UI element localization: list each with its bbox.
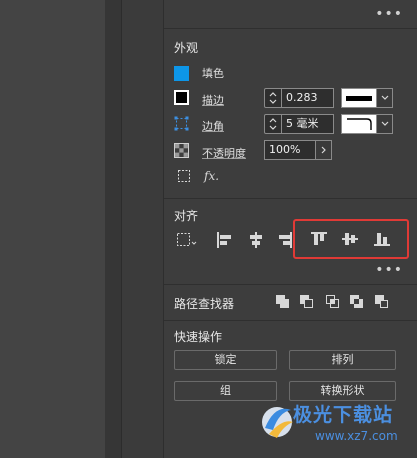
stroke-row [174,87,189,107]
panel-more-menu-button[interactable]: ••• [375,7,403,21]
panel-dock-gutter [121,0,163,458]
opacity-input[interactable]: 100% [264,140,316,160]
align-horizontal-center-icon[interactable] [246,230,266,250]
section-divider [164,198,417,199]
unite-icon[interactable] [274,293,292,311]
minus-front-icon[interactable] [298,293,316,311]
stroke-style-dropdown[interactable] [377,88,393,108]
stroke-color-swatch[interactable] [174,89,189,105]
section-divider [164,28,417,29]
opacity-label-link[interactable]: 不透明度 [202,145,246,161]
stepper-arrows-icon [269,118,277,130]
align-section-title: 对齐 [174,209,199,223]
exclude-icon[interactable] [348,293,366,311]
artboard-select-icon[interactable] [176,168,192,184]
rounded-corner-icon [347,118,372,130]
quick-actions-section-title: 快速操作 [174,330,223,344]
align-to-selection-dropdown[interactable] [176,230,198,250]
divide-icon[interactable] [373,293,391,311]
canvas-scrollbar-track[interactable] [105,0,121,458]
stroke-line-preview [346,95,372,101]
watermark-logo: 极光下载站 www.xz7.com [257,396,415,456]
fill-color-swatch[interactable] [174,65,189,81]
watermark-title: 极光下载站 [293,404,394,426]
chevron-down-icon [381,121,388,126]
corner-row [174,113,189,133]
section-divider [164,284,417,285]
align-more-options-button[interactable]: ••• [375,263,403,277]
highlight-box [293,219,409,259]
intersect-icon[interactable] [324,293,342,311]
corner-label-link[interactable]: 边角 [202,118,224,134]
pathfinder-section-title: 路径查找器 [174,297,235,311]
fill-label: 填色 [202,67,224,80]
corner-type-dropdown[interactable] [377,114,393,134]
corner-radius-stepper[interactable] [264,114,282,134]
effects-fx-button[interactable]: fx. [204,169,219,183]
chevron-right-icon [321,146,326,154]
properties-panel: ••• 外观 填色 描边 0.283 边角 5 毫米 不透明度 100% fx.… [163,0,417,458]
stepper-arrows-icon [269,92,277,104]
corner-radius-input[interactable]: 5 毫米 [282,114,334,134]
opacity-popup-button[interactable] [316,140,332,160]
section-divider [164,320,417,321]
stroke-width-input[interactable]: 0.283 [282,88,334,108]
canvas-area [0,0,105,458]
lock-button[interactable]: 锁定 [174,350,277,370]
stroke-style-swatch[interactable] [341,88,377,108]
stroke-width-stepper[interactable] [264,88,282,108]
appearance-section-title: 外观 [174,41,199,55]
transparency-grid-icon [174,142,189,158]
watermark-url: www.xz7.com [315,429,398,443]
align-right-icon[interactable] [276,230,292,250]
fill-row [174,63,189,83]
align-left-icon[interactable] [214,230,234,250]
corner-type-swatch[interactable] [341,114,377,134]
chevron-down-icon [381,95,388,100]
arrange-button[interactable]: 排列 [289,350,396,370]
aurora-logo-icon [262,407,293,438]
stroke-label-link[interactable]: 描边 [202,92,224,108]
corner-icon [174,116,189,130]
opacity-row [174,140,189,160]
